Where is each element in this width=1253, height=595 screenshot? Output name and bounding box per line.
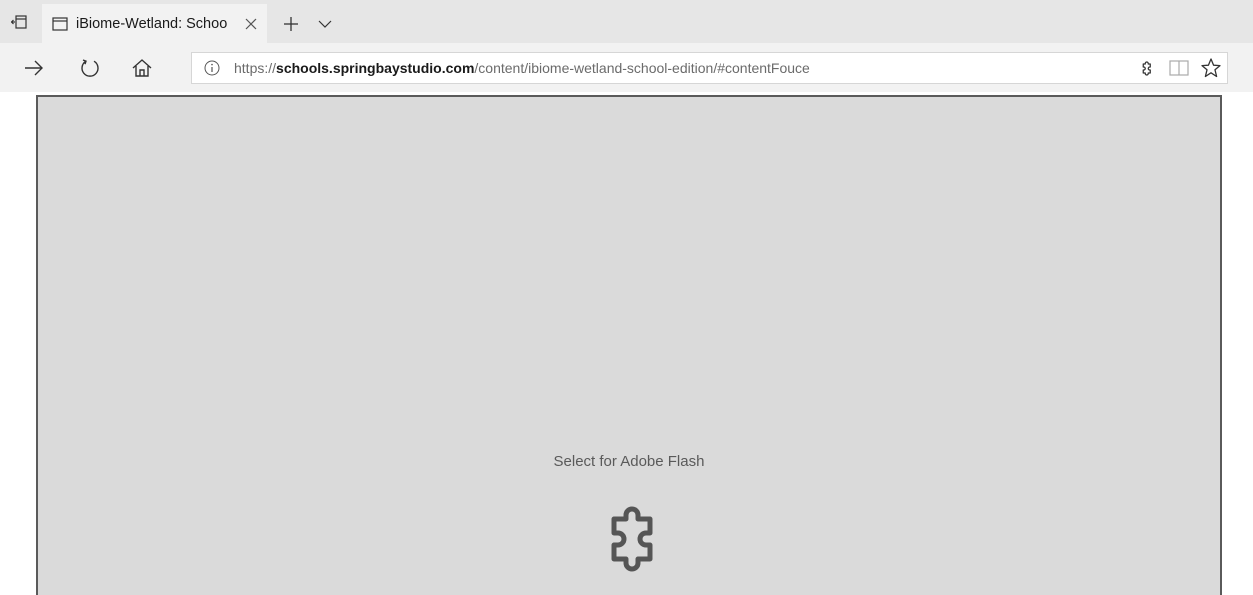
- set-aside-tabs-icon: [11, 14, 27, 29]
- book-icon: [1169, 60, 1189, 76]
- url-text[interactable]: https://schools.springbaystudio.com/cont…: [234, 60, 810, 76]
- address-bar-actions: [1131, 53, 1227, 83]
- info-icon[interactable]: [204, 60, 220, 76]
- tab-close-button[interactable]: [241, 14, 261, 34]
- forward-arrow-icon: [25, 60, 43, 75]
- page-content: Select for Adobe Flash: [0, 92, 1253, 595]
- extension-button[interactable]: [1131, 53, 1163, 83]
- puzzle-icon: [1142, 61, 1151, 76]
- url-prefix: https://: [234, 60, 277, 76]
- address-bar[interactable]: https://schools.springbaystudio.com/cont…: [191, 52, 1228, 84]
- puzzle-icon: [611, 506, 653, 572]
- tab-list-button[interactable]: [312, 4, 338, 43]
- favorite-button[interactable]: [1195, 53, 1227, 83]
- refresh-icon: [81, 58, 99, 77]
- plus-icon: [284, 16, 298, 31]
- page-icon: [52, 16, 68, 31]
- url-path: /content/ibiome-wetland-school-edition/#…: [474, 60, 810, 76]
- refresh-button[interactable]: [70, 43, 110, 92]
- reading-view-button[interactable]: [1163, 53, 1195, 83]
- home-button[interactable]: [122, 43, 162, 92]
- tab-title: iBiome-Wetland: Schoo: [76, 15, 228, 32]
- tab-bar: iBiome-Wetland: Schoo: [0, 0, 1253, 43]
- star-icon: [1201, 58, 1221, 78]
- flash-placeholder[interactable]: Select for Adobe Flash: [36, 95, 1222, 595]
- url-host: schools.springbaystudio.com: [276, 60, 475, 76]
- chevron-down-icon: [318, 20, 332, 28]
- home-icon: [132, 58, 152, 77]
- browser-tab[interactable]: iBiome-Wetland: Schoo: [42, 4, 267, 43]
- forward-button[interactable]: [14, 43, 54, 92]
- set-aside-tabs-button[interactable]: [0, 0, 38, 43]
- new-tab-button[interactable]: [276, 4, 306, 43]
- navigation-bar: https://schools.springbaystudio.com/cont…: [0, 43, 1253, 92]
- flash-prompt: Select for Adobe Flash: [553, 453, 705, 470]
- close-icon: [245, 18, 257, 29]
